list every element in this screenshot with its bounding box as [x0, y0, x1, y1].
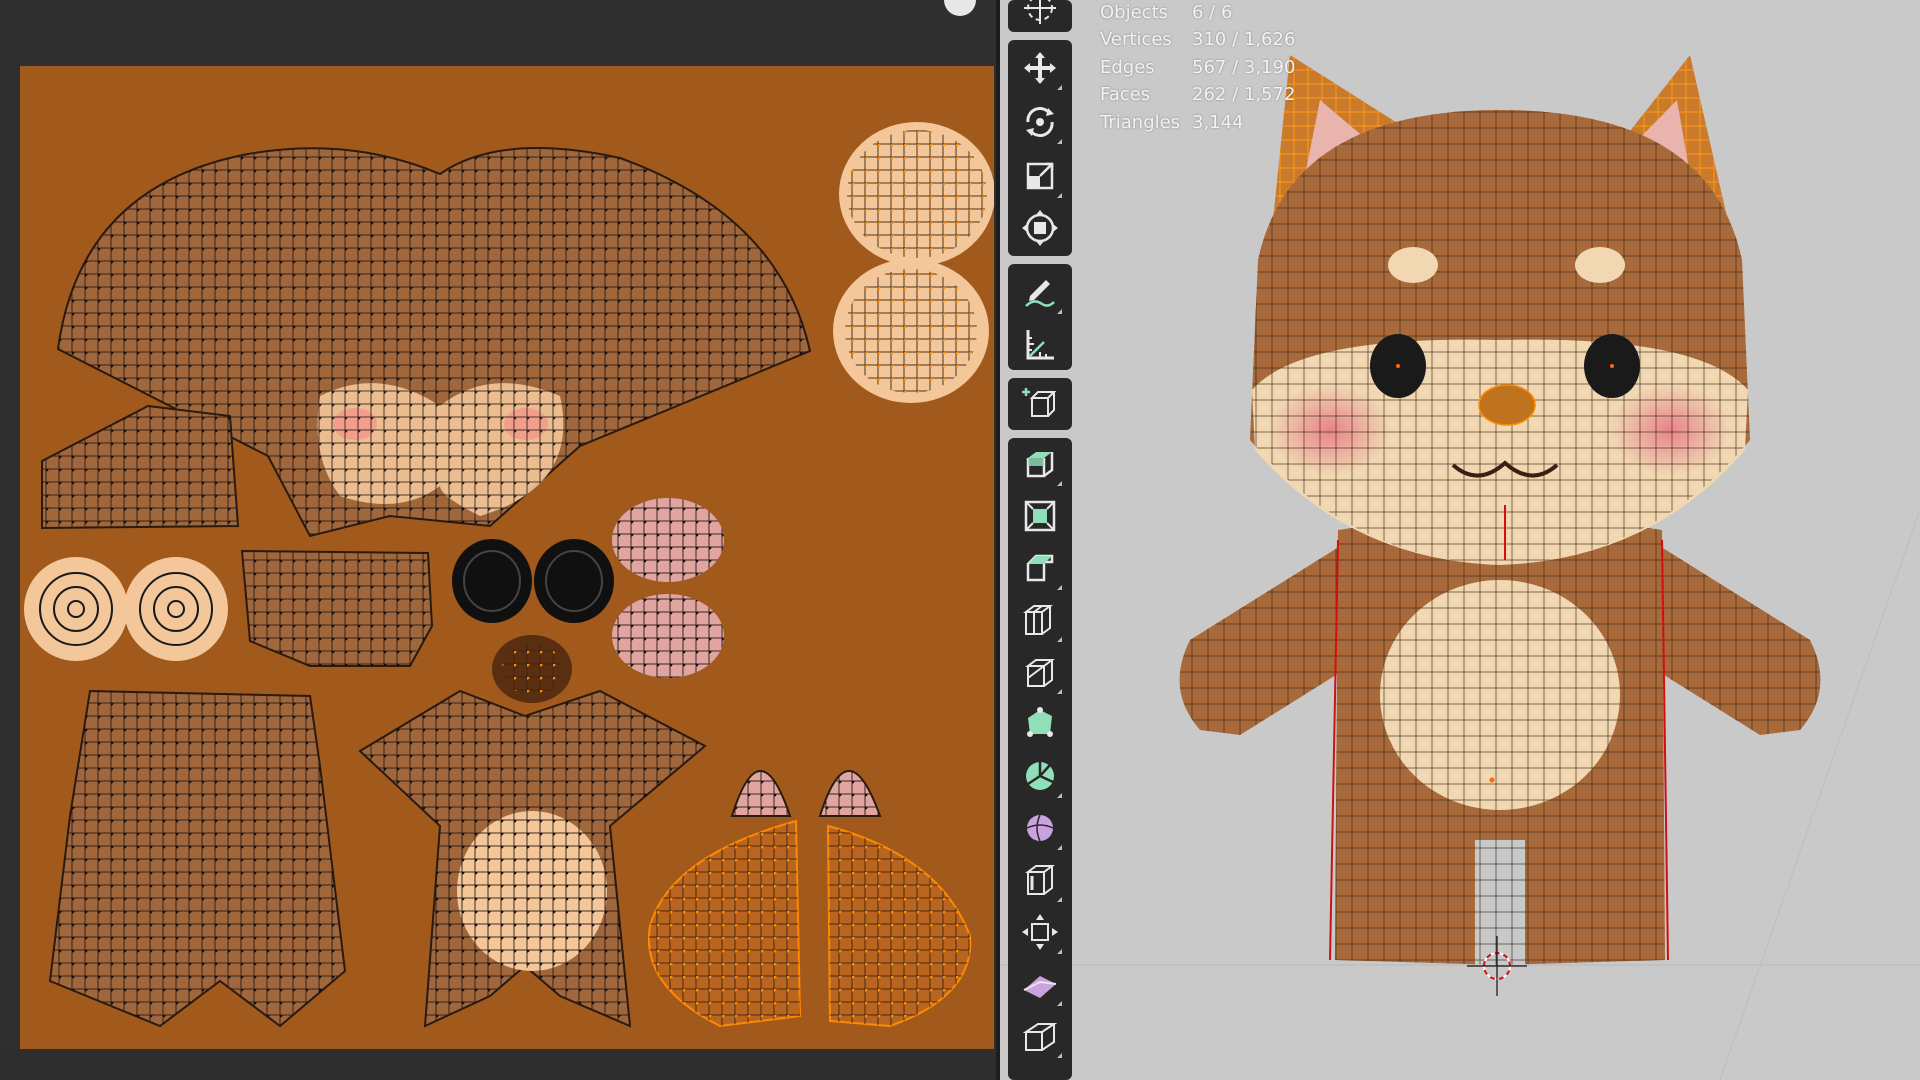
uv-editor-footer: [0, 1049, 996, 1080]
transform-icon: [1022, 210, 1058, 246]
rip-icon: [1022, 1023, 1058, 1051]
spin-icon: [1026, 762, 1054, 790]
spin-tool[interactable]: [1016, 752, 1064, 800]
extrude-icon: [1026, 452, 1054, 478]
bevel-tool[interactable]: [1016, 544, 1064, 592]
uv-canvas[interactable]: [20, 66, 994, 1049]
loop-cut-tool[interactable]: [1016, 596, 1064, 644]
uv-island-ear-left[interactable]: [730, 770, 792, 817]
shiba-model[interactable]: [1179, 55, 1821, 965]
uv-island-ear-right[interactable]: [818, 770, 882, 817]
add-cube-tool[interactable]: [1016, 380, 1064, 428]
stat-value: 310 / 1,626: [1192, 29, 1296, 50]
uv-island-ear-back-left[interactable]: [647, 819, 802, 1028]
smooth-icon: [1026, 814, 1054, 842]
rip-region-tool[interactable]: [1016, 1012, 1064, 1060]
uv-island-body-front[interactable]: [358, 689, 707, 1028]
tool-group-select: [1008, 0, 1072, 32]
3d-viewport[interactable]: [1000, 0, 1920, 1080]
measure-icon: [1026, 330, 1054, 360]
edge-slide-tool[interactable]: [1016, 856, 1064, 904]
uv-island-muzzle-bottom[interactable]: [833, 259, 989, 403]
uv-island-arm-strip[interactable]: [41, 404, 240, 530]
annotate-icon: [1025, 280, 1055, 307]
annotate-tool[interactable]: [1016, 268, 1064, 316]
uv-island-paw-right[interactable]: [124, 557, 228, 661]
tool-group-annotate: [1008, 264, 1072, 370]
tool-shelf: [1008, 0, 1072, 1080]
bevel-icon: [1026, 554, 1054, 582]
scene-statistics: Objects 6 / 6 Vertices 310 / 1,626 Edges…: [1100, 0, 1340, 140]
shear-tool[interactable]: [1016, 960, 1064, 1008]
scale-icon: [1026, 162, 1054, 190]
stat-label: Edges: [1100, 57, 1155, 78]
uv-island-paw-left[interactable]: [24, 557, 128, 661]
tool-group-add: [1008, 378, 1072, 430]
poly-build-icon: [1027, 707, 1053, 737]
add-cube-icon: [1022, 388, 1057, 417]
uv-island-tail[interactable]: [240, 549, 434, 667]
uv-island-ear-back-right[interactable]: [826, 824, 972, 1028]
rotate-icon: [1026, 107, 1054, 137]
inset-faces-tool[interactable]: [1016, 492, 1064, 540]
stat-value: 567 / 3,190: [1192, 57, 1296, 78]
stat-label: Objects: [1100, 2, 1169, 23]
cursor-tool[interactable]: [1016, 0, 1064, 32]
uv-island-ear-inner-top[interactable]: [612, 498, 724, 582]
shrink-fatten-icon: [1022, 914, 1058, 950]
stat-label: Faces: [1100, 84, 1151, 105]
stat-value: 3,144: [1192, 112, 1244, 133]
stat-value: 262 / 1,572: [1192, 84, 1296, 105]
stat-label: Triangles: [1100, 112, 1181, 133]
move-icon: [1024, 52, 1056, 84]
measure-tool[interactable]: [1016, 320, 1064, 368]
stat-label: Vertices: [1100, 29, 1172, 50]
view-pin-icon[interactable]: [944, 0, 976, 16]
uv-island-eye-left[interactable]: [452, 539, 532, 623]
knife-tool[interactable]: [1016, 648, 1064, 696]
tool-group-transform: [1008, 40, 1072, 256]
tool-group-mesh: [1008, 438, 1072, 1080]
uv-island-body-back[interactable]: [48, 689, 347, 1028]
uv-island-nose[interactable]: [492, 635, 572, 703]
uv-island-eye-right[interactable]: [534, 539, 614, 623]
uv-island-muzzle-top[interactable]: [839, 122, 994, 266]
edge-slide-icon: [1025, 865, 1055, 895]
smooth-tool[interactable]: [1016, 804, 1064, 852]
uv-editor-header: [0, 0, 996, 64]
shrink-fatten-tool[interactable]: [1016, 908, 1064, 956]
stat-value: 6 / 6: [1192, 2, 1233, 23]
loop-cut-icon: [1023, 605, 1053, 635]
shear-icon: [1023, 976, 1057, 998]
uv-island-ear-inner-bottom[interactable]: [612, 594, 724, 678]
cursor-icon: [1024, 0, 1056, 24]
uv-editor[interactable]: [0, 0, 996, 1080]
move-tool[interactable]: [1016, 44, 1064, 92]
scale-tool[interactable]: [1016, 152, 1064, 200]
extrude-region-tool[interactable]: [1016, 440, 1064, 488]
knife-icon: [1025, 659, 1055, 687]
poly-build-tool[interactable]: [1016, 700, 1064, 748]
inset-icon: [1024, 500, 1056, 532]
transform-tool[interactable]: [1016, 204, 1064, 252]
rotate-tool[interactable]: [1016, 98, 1064, 146]
